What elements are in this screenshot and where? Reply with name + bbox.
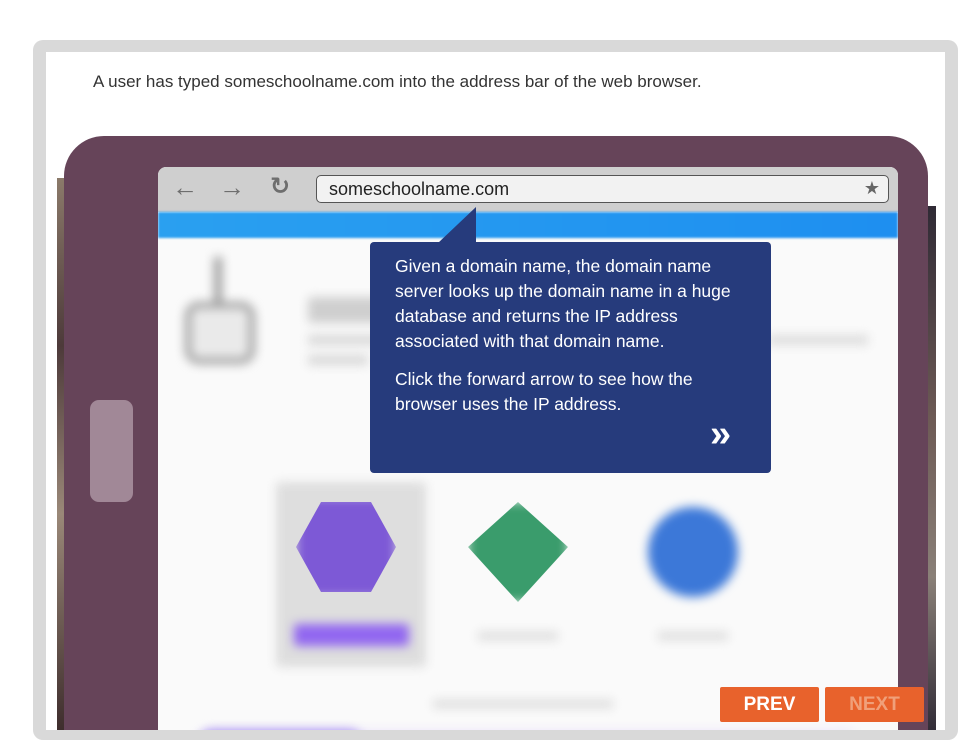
blurred-text — [478, 632, 558, 640]
tablet-home-button — [90, 400, 133, 502]
prev-button[interactable]: PREV — [720, 687, 819, 722]
blurred-purple-button — [294, 624, 409, 646]
browser-toolbar: ← → ↻ someschoolname.com ★ — [158, 167, 898, 212]
reload-icon: ↻ — [269, 173, 291, 200]
blurred-text — [768, 335, 868, 345]
address-bar-text: someschoolname.com — [329, 179, 510, 199]
callout-pointer — [438, 207, 476, 243]
blurred-text — [658, 632, 728, 640]
arrow-right-icon: → — [219, 172, 245, 202]
blurred-text — [433, 700, 613, 708]
double-chevron-right-icon[interactable]: » — [710, 415, 748, 453]
star-icon: ★ — [863, 178, 880, 198]
webpage-header-strip — [158, 212, 898, 238]
info-callout: Given a domain name, the domain name ser… — [370, 242, 771, 473]
address-bar: someschoolname.com ★ — [316, 175, 889, 203]
intro-text: A user has typed someschoolname.com into… — [93, 72, 702, 91]
blurred-green-badge — [468, 502, 568, 602]
robot-illustration — [180, 257, 260, 377]
blurred-text — [308, 355, 368, 365]
content-panel: A user has typed someschoolname.com into… — [46, 52, 945, 730]
blurred-blue-badge — [648, 507, 738, 597]
callout-paragraph: Click the forward arrow to see how the b… — [395, 369, 693, 414]
next-button[interactable]: NEXT — [825, 687, 924, 722]
arrow-left-icon: ← — [172, 172, 198, 202]
callout-paragraph: Given a domain name, the domain name ser… — [395, 256, 731, 351]
